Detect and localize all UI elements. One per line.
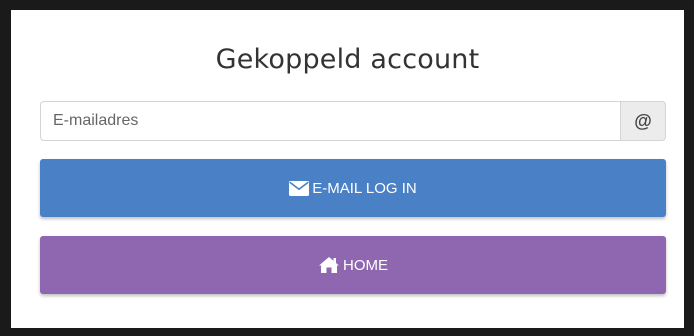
home-label: HOME <box>343 256 388 274</box>
home-button[interactable]: HOME <box>40 236 666 294</box>
envelope-icon <box>289 180 310 196</box>
email-field[interactable] <box>40 101 620 141</box>
linked-account-card: Gekoppeld account @ E-MAIL LOG IN HOME <box>11 10 684 328</box>
email-login-label: E-MAIL LOG IN <box>312 179 417 197</box>
email-input-group: @ <box>40 101 666 141</box>
at-sign-addon: @ <box>620 101 666 141</box>
page-title: Gekoppeld account <box>215 44 480 75</box>
email-login-button[interactable]: E-MAIL LOG IN <box>40 159 666 217</box>
home-icon <box>318 256 340 274</box>
